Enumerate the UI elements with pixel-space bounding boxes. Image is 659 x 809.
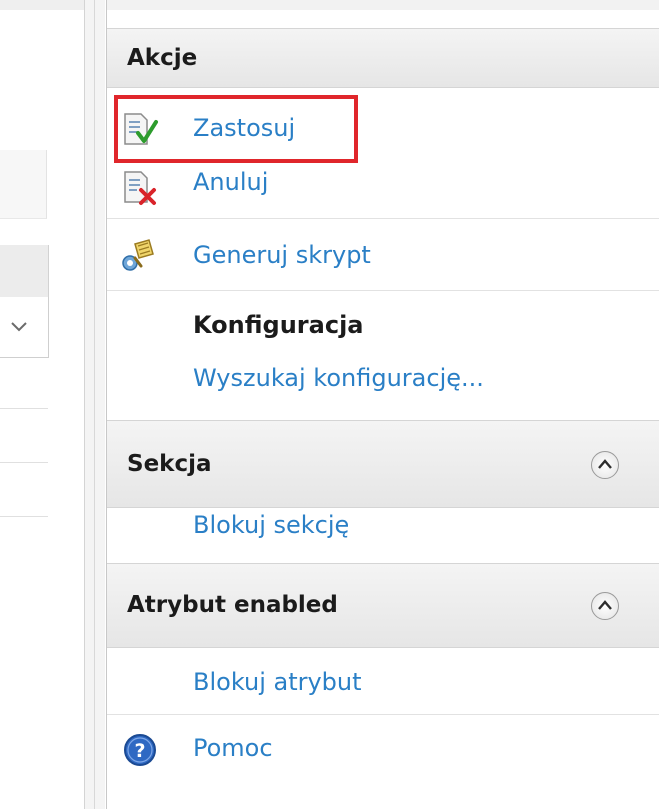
chevron-up-icon xyxy=(598,459,612,469)
lock-section-link[interactable]: Blokuj sekcję xyxy=(193,511,349,539)
separator xyxy=(107,714,659,715)
splitter-line xyxy=(94,0,95,809)
left-row-divider xyxy=(0,462,48,463)
separator xyxy=(107,290,659,291)
help-link[interactable]: Pomoc xyxy=(193,734,273,762)
left-pane xyxy=(0,0,85,809)
pane-splitter[interactable] xyxy=(85,0,105,809)
left-row-divider xyxy=(0,516,48,517)
actions-top-band xyxy=(107,0,659,10)
collapse-attribute-button[interactable] xyxy=(591,592,619,620)
cancel-link[interactable]: Anuluj xyxy=(193,168,268,196)
document-x-icon xyxy=(124,171,156,205)
left-pane-top-strip xyxy=(0,0,84,10)
chevron-down-icon[interactable] xyxy=(8,315,30,337)
left-column-header[interactable] xyxy=(0,245,49,298)
collapse-section-button[interactable] xyxy=(591,451,619,479)
actions-title: Akcje xyxy=(127,45,198,71)
left-input-field[interactable] xyxy=(0,150,47,219)
left-dropdown[interactable] xyxy=(0,297,49,358)
configuration-heading: Konfiguracja xyxy=(193,311,364,339)
highlight-box xyxy=(114,95,358,163)
section-title: Sekcja xyxy=(127,451,212,477)
actions-pane: Akcje Zastosuj Anuluj Generuj skrypt Kon… xyxy=(106,0,659,809)
attribute-title: Atrybut enabled xyxy=(127,592,338,618)
chevron-up-icon xyxy=(598,600,612,610)
separator xyxy=(107,218,659,219)
help-icon: ? xyxy=(124,734,156,766)
svg-text:?: ? xyxy=(134,740,145,762)
actions-header: Akcje xyxy=(107,28,659,88)
section-header[interactable]: Sekcja xyxy=(107,420,659,508)
generate-script-link[interactable]: Generuj skrypt xyxy=(193,241,371,269)
search-configuration-link[interactable]: Wyszukaj konfigurację... xyxy=(193,364,484,392)
lock-attribute-link[interactable]: Blokuj atrybut xyxy=(193,668,362,696)
left-row-divider xyxy=(0,408,48,409)
attribute-header[interactable]: Atrybut enabled xyxy=(107,563,659,648)
script-scroll-icon xyxy=(122,239,154,271)
